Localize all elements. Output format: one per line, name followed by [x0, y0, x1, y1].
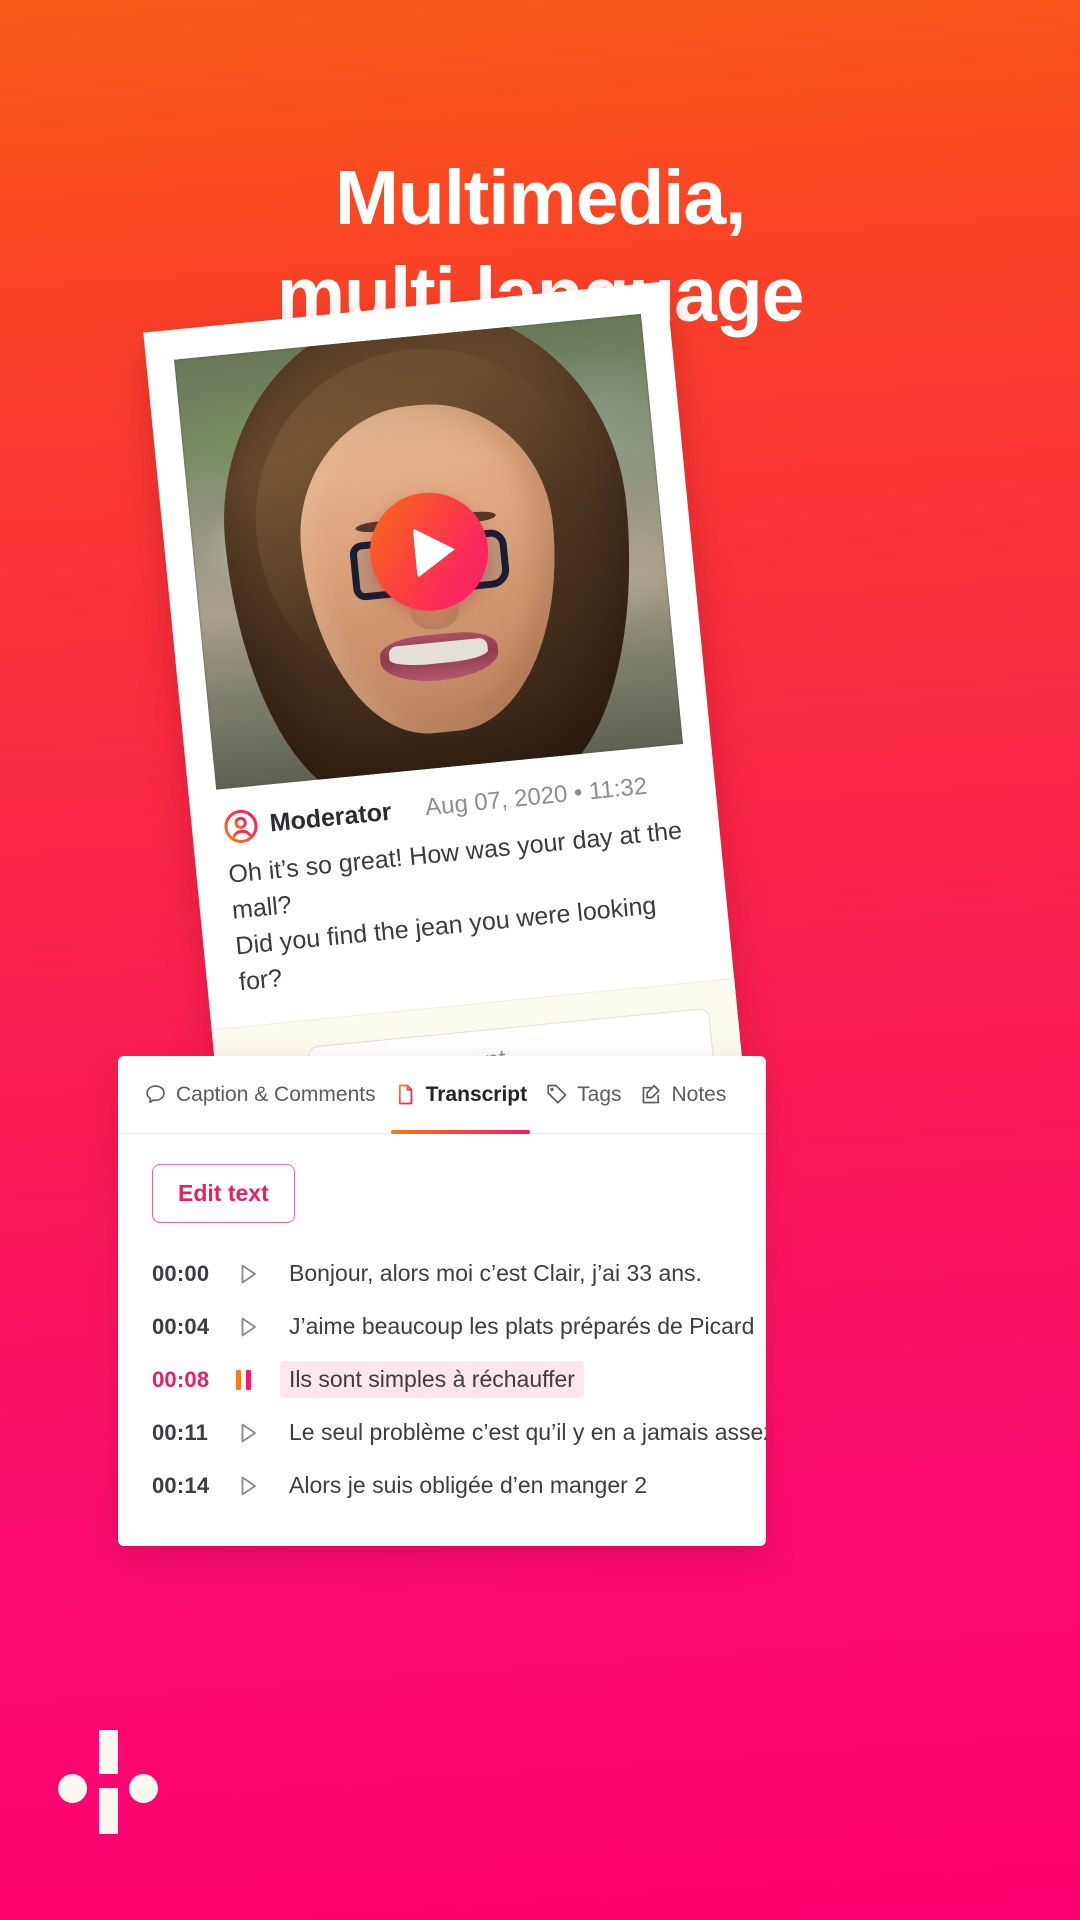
- logo-dot-right: [129, 1774, 158, 1803]
- transcript-time: 00:08: [152, 1366, 210, 1392]
- transcript-play-icon[interactable]: [236, 1474, 280, 1498]
- logo-bar-top: [98, 1730, 118, 1774]
- transcript-time: 00:11: [152, 1419, 209, 1445]
- screenshot-root: Multimedia, multi language: [0, 0, 1080, 1920]
- pause-bar-left: [236, 1369, 241, 1390]
- tab-caption-comments-label: Caption & Comments: [176, 1082, 376, 1106]
- document-icon: [398, 1084, 412, 1105]
- logo-bar-bottom: [98, 1788, 118, 1834]
- transcript-text: Ils sont simples à réchauffer: [280, 1361, 584, 1398]
- transcript-play-icon[interactable]: [236, 1315, 280, 1339]
- avatar-icon: [224, 809, 258, 843]
- tab-notes-label: Notes: [671, 1082, 727, 1106]
- play-triangle-icon: [241, 1476, 256, 1495]
- brand-logo-icon: [52, 1722, 164, 1834]
- logo-dot-left: [58, 1774, 87, 1803]
- media-card: Moderator Aug 07, 2020 • 11:32 Oh it’s s…: [143, 281, 746, 1148]
- play-triangle-icon: [241, 1423, 256, 1442]
- transcript-text: Bonjour, alors moi c’est Clair, j’ai 33 …: [289, 1260, 702, 1286]
- transcript-list: 00:00 Bonjour, alors moi c’est Clair, j’…: [152, 1247, 766, 1512]
- video-player[interactable]: [174, 313, 684, 790]
- transcript-row[interactable]: 00:00 Bonjour, alors moi c’est Clair, j’…: [152, 1247, 732, 1300]
- panel-body: Edit text 00:00 Bonjour, alors moi c’est…: [118, 1134, 766, 1546]
- transcript-row[interactable]: 00:14 Alors je suis obligée d’en manger …: [152, 1459, 732, 1512]
- comment-bubble-icon: [146, 1085, 165, 1104]
- tab-transcript[interactable]: Transcript: [385, 1056, 537, 1134]
- transcript-play-icon[interactable]: [236, 1262, 280, 1286]
- play-triangle-icon: [241, 1317, 256, 1336]
- tag-icon: [547, 1084, 567, 1104]
- tab-caption-comments[interactable]: Caption & Comments: [135, 1056, 385, 1133]
- play-triangle-icon: [412, 524, 457, 579]
- panel-tabs: Caption & Comments Transcript Tags Notes: [118, 1056, 766, 1134]
- tab-notes[interactable]: Notes: [631, 1056, 736, 1133]
- transcript-time: 00:14: [152, 1472, 210, 1498]
- transcript-row[interactable]: 00:11 Le seul problème c’est qu’il y en …: [152, 1406, 766, 1459]
- transcript-play-icon[interactable]: [236, 1421, 280, 1445]
- note-edit-icon: [642, 1084, 660, 1104]
- edit-text-button[interactable]: Edit text: [152, 1164, 295, 1223]
- tab-tags[interactable]: Tags: [536, 1056, 630, 1133]
- headline-line-1: Multimedia,: [334, 155, 747, 241]
- tab-tags-label: Tags: [577, 1082, 622, 1106]
- transcript-row[interactable]: 00:04 J’aime beaucoup les plats préparés…: [152, 1300, 754, 1353]
- pause-bars-icon: [236, 1369, 251, 1390]
- transcript-time: 00:00: [152, 1260, 210, 1286]
- pause-bar-right: [246, 1369, 251, 1390]
- transcript-pause-icon[interactable]: [236, 1369, 280, 1390]
- transcript-text: Le seul problème c’est qu’il y en a jama…: [289, 1419, 766, 1445]
- tab-transcript-label: Transcript: [425, 1082, 528, 1106]
- detail-panel: Caption & Comments Transcript Tags Notes…: [118, 1056, 766, 1546]
- play-triangle-icon: [241, 1264, 256, 1283]
- transcript-time: 00:04: [152, 1313, 210, 1339]
- transcript-text: J’aime beaucoup les plats préparés de Pi…: [289, 1313, 755, 1339]
- transcript-text: Alors je suis obligée d’en manger 2: [289, 1472, 647, 1498]
- transcript-row-active[interactable]: 00:08 Ils sont simples à réchauffer: [152, 1353, 732, 1406]
